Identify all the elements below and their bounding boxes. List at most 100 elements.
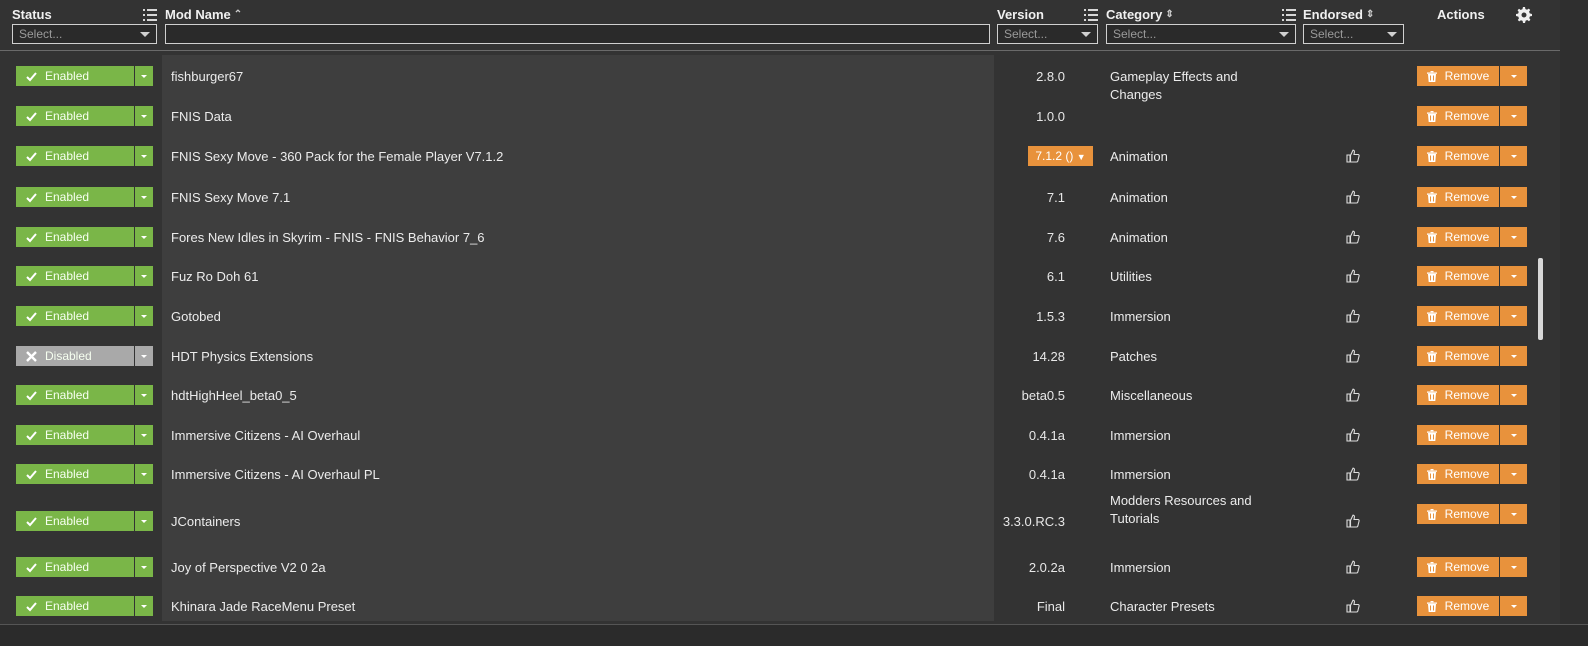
remove-dropdown-button[interactable]	[1500, 106, 1527, 126]
remove-button[interactable]: Remove	[1417, 306, 1499, 326]
status-button[interactable]: Enabled	[16, 385, 134, 405]
remove-dropdown-button[interactable]	[1500, 557, 1527, 577]
category-header[interactable]: Category ⇕	[1106, 7, 1174, 22]
table-row[interactable]: Enabled FNIS Sexy Move 7.1 7.1 Animation Rem…	[0, 176, 1560, 216]
mod-name[interactable]: FNIS Sexy Move 7.1	[171, 190, 290, 205]
status-dropdown-button[interactable]	[135, 557, 153, 577]
remove-button[interactable]: Remove	[1417, 106, 1499, 126]
table-row[interactable]: Disabled HDT Physics Extensions 14.28 Patch…	[0, 335, 1560, 375]
category-filter-select[interactable]: Select...	[1106, 24, 1296, 44]
remove-button[interactable]: Remove	[1417, 464, 1499, 484]
status-dropdown-button[interactable]	[135, 227, 153, 247]
status-dropdown-button[interactable]	[135, 425, 153, 445]
remove-dropdown-button[interactable]	[1500, 306, 1527, 326]
table-row[interactable]: Enabled Immersive Citizens - AI Overhaul …	[0, 453, 1560, 493]
status-toggle[interactable]: Enabled	[16, 385, 153, 405]
status-dropdown-button[interactable]	[135, 266, 153, 286]
status-button[interactable]: Enabled	[16, 557, 134, 577]
remove-button[interactable]: Remove	[1417, 596, 1499, 616]
status-button[interactable]: Enabled	[16, 425, 134, 445]
status-dropdown-button[interactable]	[135, 187, 153, 207]
remove-action[interactable]: Remove	[1417, 425, 1527, 445]
status-toggle[interactable]: Enabled	[16, 266, 153, 286]
remove-button[interactable]: Remove	[1417, 187, 1499, 207]
status-button[interactable]: Enabled	[16, 227, 134, 247]
remove-button[interactable]: Remove	[1417, 66, 1499, 86]
remove-button[interactable]: Remove	[1417, 504, 1499, 524]
status-button[interactable]: Enabled	[16, 146, 134, 166]
remove-dropdown-button[interactable]	[1500, 146, 1527, 166]
remove-dropdown-button[interactable]	[1500, 504, 1527, 524]
version-header[interactable]: Version	[997, 7, 1044, 22]
remove-dropdown-button[interactable]	[1500, 596, 1527, 616]
list-icon[interactable]	[1084, 8, 1098, 22]
status-toggle[interactable]: Enabled	[16, 106, 153, 126]
table-row[interactable]: Enabled Fores New Idles in Skyrim - FNIS …	[0, 216, 1560, 256]
table-row[interactable]: Enabled fishburger67 2.8.0 Gameplay Effects…	[0, 55, 1560, 102]
remove-action[interactable]: Remove	[1417, 66, 1527, 86]
status-button[interactable]: Enabled	[16, 464, 134, 484]
status-header[interactable]: Status	[12, 7, 52, 22]
remove-action[interactable]: Remove	[1417, 146, 1527, 166]
mod-name[interactable]: hdtHighHeel_beta0_5	[171, 388, 297, 403]
modname-filter-input[interactable]	[165, 24, 990, 44]
status-toggle[interactable]: Enabled	[16, 187, 153, 207]
mod-name[interactable]: fishburger67	[171, 69, 243, 84]
remove-action[interactable]: Remove	[1417, 266, 1527, 286]
thumbs-up-icon[interactable]	[1346, 560, 1360, 574]
status-toggle[interactable]: Disabled	[16, 346, 153, 366]
mod-name[interactable]: Immersive Citizens - AI Overhaul	[171, 428, 360, 443]
status-dropdown-button[interactable]	[135, 596, 153, 616]
remove-action[interactable]: Remove	[1417, 557, 1527, 577]
status-dropdown-button[interactable]	[135, 511, 153, 531]
status-toggle[interactable]: Enabled	[16, 464, 153, 484]
thumbs-up-icon[interactable]	[1346, 349, 1360, 363]
remove-action[interactable]: Remove	[1417, 596, 1527, 616]
mod-name[interactable]: FNIS Data	[171, 109, 232, 124]
status-dropdown-button[interactable]	[135, 385, 153, 405]
remove-button[interactable]: Remove	[1417, 557, 1499, 577]
status-toggle[interactable]: Enabled	[16, 227, 153, 247]
status-dropdown-button[interactable]	[135, 464, 153, 484]
status-dropdown-button[interactable]	[135, 106, 153, 126]
gear-icon[interactable]	[1516, 7, 1532, 23]
remove-button[interactable]: Remove	[1417, 146, 1499, 166]
mod-name[interactable]: Fuz Ro Doh 61	[171, 269, 258, 284]
thumbs-up-icon[interactable]	[1346, 428, 1360, 442]
status-dropdown-button[interactable]	[135, 146, 153, 166]
remove-button[interactable]: Remove	[1417, 227, 1499, 247]
status-dropdown-button[interactable]	[135, 306, 153, 326]
remove-dropdown-button[interactable]	[1500, 266, 1527, 286]
status-toggle[interactable]: Enabled	[16, 557, 153, 577]
thumbs-up-icon[interactable]	[1346, 190, 1360, 204]
table-row[interactable]: Enabled Khinara Jade RaceMenu Preset Final…	[0, 585, 1560, 621]
table-row[interactable]: Enabled Fuz Ro Doh 61 6.1 Utilities Remove	[0, 255, 1560, 295]
remove-action[interactable]: Remove	[1417, 464, 1527, 484]
thumbs-up-icon[interactable]	[1346, 599, 1360, 613]
status-filter-select[interactable]: Select...	[12, 24, 157, 44]
table-row[interactable]: Enabled Joy of Perspective V2 0 2a 2.0.2a I…	[0, 546, 1560, 586]
mod-name[interactable]: Gotobed	[171, 309, 221, 324]
table-row[interactable]: Enabled FNIS Data 1.0.0 Remove	[0, 95, 1560, 135]
status-button[interactable]: Enabled	[16, 187, 134, 207]
mod-name[interactable]: JContainers	[171, 514, 240, 529]
list-icon[interactable]	[143, 8, 157, 22]
table-row[interactable]: Enabled JContainers 3.3.0.RC.3 Modders Reso…	[0, 493, 1560, 535]
table-row[interactable]: Enabled Immersive Citizens - AI Overhaul 0…	[0, 414, 1560, 454]
status-button[interactable]: Enabled	[16, 266, 134, 286]
status-dropdown-button[interactable]	[135, 346, 153, 366]
remove-action[interactable]: Remove	[1417, 306, 1527, 326]
table-row[interactable]: Enabled Gotobed 1.5.3 Immersion Remove	[0, 295, 1560, 335]
remove-action[interactable]: Remove	[1417, 504, 1527, 524]
remove-action[interactable]: Remove	[1417, 227, 1527, 247]
mod-name[interactable]: HDT Physics Extensions	[171, 349, 313, 364]
status-button[interactable]: Enabled	[16, 511, 134, 531]
status-button[interactable]: Disabled	[16, 346, 134, 366]
endorsed-filter-select[interactable]: Select...	[1303, 24, 1404, 44]
thumbs-up-icon[interactable]	[1346, 269, 1360, 283]
status-toggle[interactable]: Enabled	[16, 66, 153, 86]
remove-action[interactable]: Remove	[1417, 106, 1527, 126]
modname-header[interactable]: Mod Name ⌃	[165, 7, 242, 22]
status-button[interactable]: Enabled	[16, 66, 134, 86]
remove-button[interactable]: Remove	[1417, 425, 1499, 445]
